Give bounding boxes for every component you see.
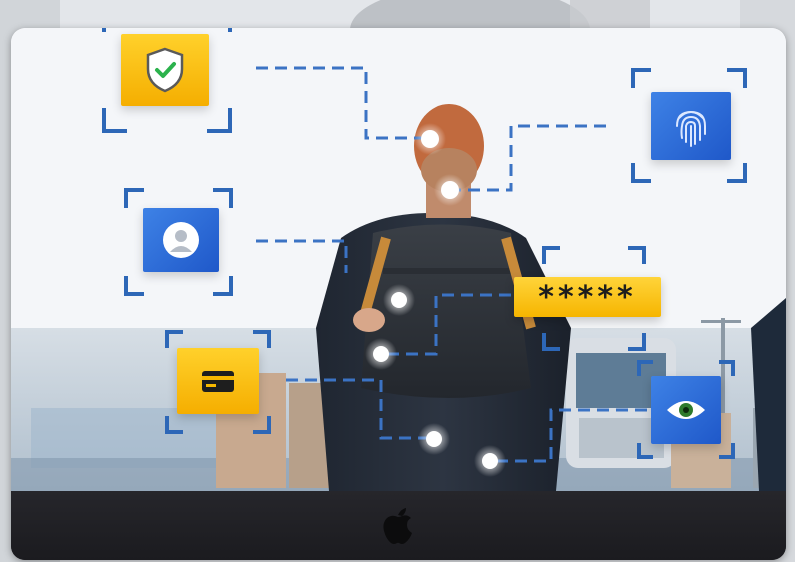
- credit-card-icon: [202, 371, 234, 392]
- password-field: *****: [514, 277, 661, 317]
- focus-bracket: [727, 163, 747, 183]
- focus-bracket: [637, 443, 653, 459]
- card-tile: [177, 348, 259, 414]
- fingerprint-icon: [676, 110, 706, 147]
- focus-bracket: [124, 188, 144, 208]
- connector-line: [286, 378, 436, 440]
- focus-bracket: [253, 330, 271, 348]
- focus-bracket: [727, 68, 747, 88]
- focus-bracket: [165, 416, 183, 434]
- focus-bracket: [631, 163, 651, 183]
- focus-bracket: [631, 68, 651, 88]
- focus-bracket: [719, 360, 735, 376]
- connector-line: [493, 408, 647, 463]
- node-dot: [482, 453, 498, 469]
- monitor: *****: [11, 28, 786, 560]
- connector-line: [256, 239, 348, 273]
- eye-tile: [651, 376, 721, 444]
- focus-bracket: [102, 108, 127, 133]
- node-dot: [373, 346, 389, 362]
- node-dot: [441, 181, 459, 199]
- focus-bracket: [124, 276, 144, 296]
- connector-line: [256, 66, 429, 140]
- focus-bracket: [228, 28, 232, 32]
- user-tile: [143, 208, 219, 272]
- focus-bracket: [719, 443, 735, 459]
- focus-bracket: [213, 276, 233, 296]
- focus-bracket: [253, 416, 271, 434]
- node-dot: [421, 130, 439, 148]
- eye-icon: [667, 401, 705, 419]
- focus-bracket: [628, 246, 646, 264]
- focus-bracket: [637, 360, 653, 376]
- focus-bracket: [628, 333, 646, 351]
- fingerprint-tile: [651, 92, 731, 160]
- user-avatar-icon: [163, 222, 199, 258]
- node-dot: [391, 292, 407, 308]
- monitor-screen: *****: [11, 28, 786, 491]
- monitor-chin: [11, 491, 786, 560]
- node-dot: [426, 431, 442, 447]
- shield-tile: [121, 34, 209, 106]
- connector-line: [456, 124, 606, 192]
- focus-bracket: [542, 333, 560, 351]
- focus-bracket: [207, 108, 232, 133]
- password-mask: *****: [538, 279, 637, 315]
- shield-check-icon: [146, 47, 184, 93]
- focus-bracket: [165, 330, 183, 348]
- focus-bracket: [213, 188, 233, 208]
- apple-logo-icon: [383, 508, 412, 544]
- focus-bracket: [542, 246, 560, 264]
- focus-bracket: [102, 28, 106, 32]
